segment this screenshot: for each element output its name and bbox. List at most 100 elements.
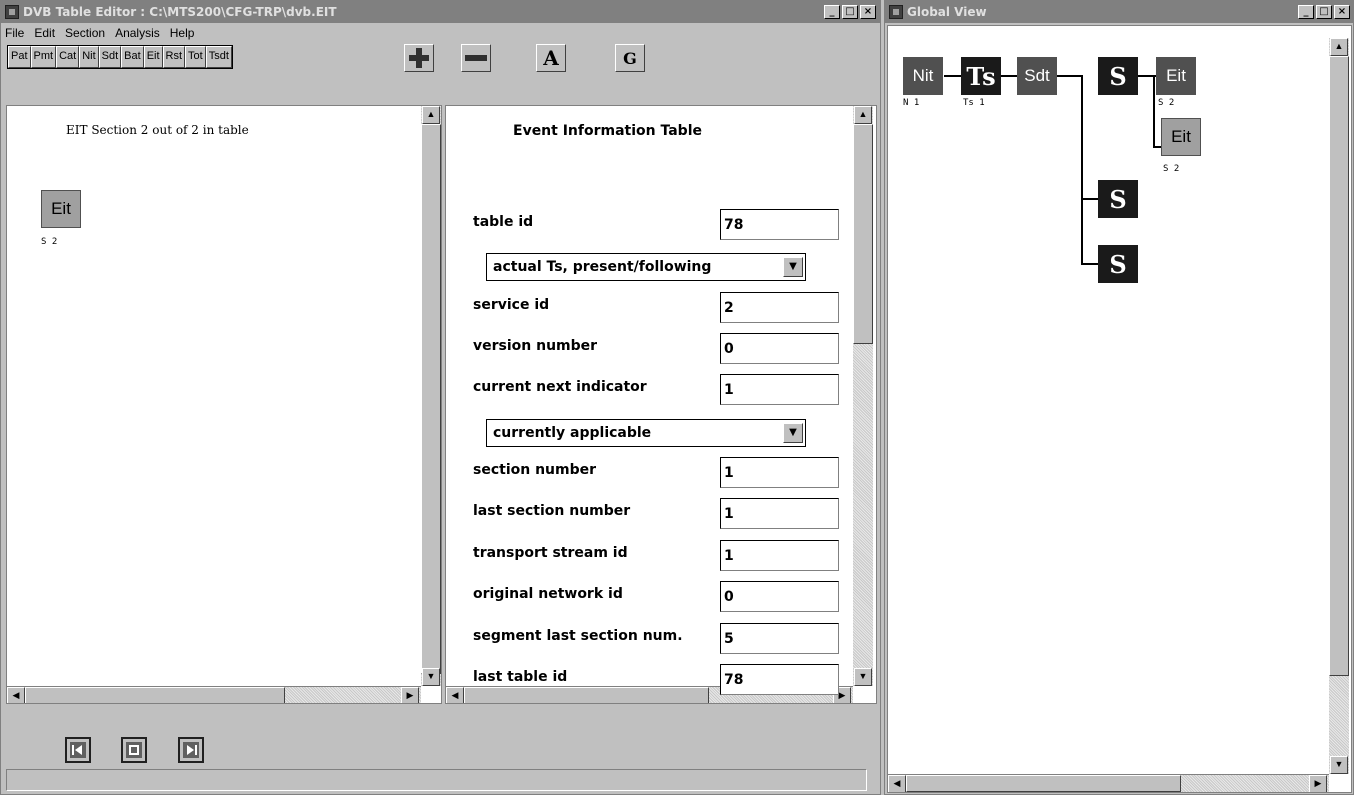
- minimize-button[interactable]: _: [1298, 5, 1314, 19]
- node-service-2[interactable]: S: [1098, 180, 1138, 218]
- scroll-right-icon[interactable]: ▶: [401, 687, 419, 703]
- scroll-down-icon[interactable]: ▼: [854, 668, 872, 686]
- scroll-up-icon[interactable]: ▲: [422, 106, 440, 124]
- connector-line: [1153, 146, 1161, 148]
- form-heading: Event Information Table: [513, 123, 702, 139]
- table-button-sdt[interactable]: Sdt: [98, 46, 122, 68]
- node-service-label: S: [1109, 249, 1127, 279]
- node-eit-2[interactable]: Eit: [1161, 118, 1201, 156]
- table-id-field[interactable]: 78: [720, 209, 839, 240]
- section-vscrollbar[interactable]: ▲ ▼: [421, 106, 441, 686]
- minimize-button[interactable]: _: [824, 5, 840, 19]
- node-service-label: S: [1109, 61, 1127, 91]
- maximize-button[interactable]: □: [842, 5, 858, 19]
- table-button-pmt[interactable]: Pmt: [30, 46, 57, 68]
- last-record-button[interactable]: [178, 737, 204, 763]
- g-button[interactable]: G: [615, 44, 645, 72]
- original-network-id-field[interactable]: 0: [720, 581, 839, 612]
- table-button-eit[interactable]: Eit: [143, 46, 163, 68]
- section-number-field[interactable]: 1: [720, 457, 839, 488]
- last-table-id-field[interactable]: 78: [720, 664, 839, 695]
- table-button-pat[interactable]: Pat: [8, 46, 31, 68]
- status-bar: [6, 769, 867, 791]
- menu-help[interactable]: Help: [170, 26, 195, 40]
- section-hscrollbar[interactable]: ◀ ▶: [7, 686, 421, 703]
- table-button-cat[interactable]: Cat: [56, 46, 80, 68]
- form-hscroll-thumb[interactable]: [464, 687, 709, 703]
- edit-record-button[interactable]: [121, 737, 147, 763]
- last-section-number-label: last section number: [473, 503, 631, 519]
- connector-line: [1081, 263, 1098, 265]
- menu-analysis[interactable]: Analysis: [115, 26, 160, 40]
- segment-last-section-field[interactable]: 5: [720, 623, 839, 654]
- scroll-left-icon[interactable]: ◀: [446, 687, 464, 703]
- node-nit[interactable]: Nit: [903, 57, 943, 95]
- table-button-rst[interactable]: Rst: [162, 46, 186, 68]
- table-type-toolbar: Pat Pmt Cat Nit Sdt Bat Eit Rst Tot Tsdt: [7, 45, 233, 69]
- global-hscrollbar[interactable]: ◀ ▶: [888, 774, 1329, 792]
- table-id-label: table id: [473, 214, 534, 230]
- connector-line: [944, 75, 961, 77]
- menu-file[interactable]: File: [5, 26, 24, 40]
- segment-last-section-label: segment last section num.: [473, 628, 683, 644]
- window-menu-icon[interactable]: [889, 5, 903, 19]
- service-id-field[interactable]: 2: [720, 292, 839, 323]
- node-sdt[interactable]: Sdt: [1017, 57, 1057, 95]
- node-ts-sub: Ts 1: [963, 98, 985, 108]
- form-vscrollbar[interactable]: ▲ ▼: [853, 106, 873, 686]
- scroll-up-icon[interactable]: ▲: [854, 106, 872, 124]
- applicability-dropdown[interactable]: currently applicable ▼: [486, 419, 806, 447]
- global-vscroll-thumb[interactable]: [1329, 56, 1349, 676]
- remove-button[interactable]: [461, 44, 491, 72]
- node-eit-label: Eit: [1171, 127, 1191, 146]
- table-button-tot[interactable]: Tot: [185, 46, 206, 68]
- scroll-left-icon[interactable]: ◀: [888, 775, 906, 792]
- menu-edit[interactable]: Edit: [34, 26, 55, 40]
- last-table-id-label: last table id: [473, 669, 568, 685]
- node-eit-1-sub: S 2: [1158, 98, 1175, 108]
- applicability-value: currently applicable: [493, 425, 652, 441]
- version-number-label: version number: [473, 338, 598, 354]
- table-button-bat[interactable]: Bat: [121, 46, 144, 68]
- node-service-3[interactable]: S: [1098, 245, 1138, 283]
- transport-stream-id-field[interactable]: 1: [720, 540, 839, 571]
- close-button[interactable]: ×: [860, 5, 876, 19]
- first-record-button[interactable]: [65, 737, 91, 763]
- a-button[interactable]: A: [536, 44, 566, 72]
- menu-bar: File Edit Section Analysis Help: [5, 24, 194, 42]
- section-node-eit[interactable]: Eit: [41, 190, 81, 228]
- last-section-number-field[interactable]: 1: [720, 498, 839, 529]
- scroll-right-icon[interactable]: ▶: [1309, 775, 1327, 792]
- chevron-down-icon[interactable]: ▼: [783, 423, 803, 443]
- section-hscroll-thumb[interactable]: [25, 687, 285, 703]
- connector-line: [1153, 75, 1155, 148]
- form-vscroll-thumb[interactable]: [853, 124, 873, 344]
- global-view-titlebar[interactable]: Global View _ □ ×: [885, 1, 1353, 23]
- editor-titlebar[interactable]: DVB Table Editor : C:\MTS200\CFG-TRP\dvb…: [1, 1, 880, 23]
- global-vscrollbar[interactable]: ▲ ▼: [1329, 38, 1349, 774]
- table-button-nit[interactable]: Nit: [79, 46, 99, 68]
- scroll-up-icon[interactable]: ▲: [1330, 38, 1348, 56]
- scroll-down-icon[interactable]: ▼: [422, 668, 440, 686]
- current-next-indicator-field[interactable]: 1: [720, 374, 839, 405]
- version-number-field[interactable]: 0: [720, 333, 839, 364]
- chevron-down-icon[interactable]: ▼: [783, 257, 803, 277]
- menu-section[interactable]: Section: [65, 26, 105, 40]
- add-button[interactable]: [404, 44, 434, 72]
- close-button[interactable]: ×: [1334, 5, 1350, 19]
- section-node-sub: S 2: [41, 237, 58, 247]
- scroll-left-icon[interactable]: ◀: [7, 687, 25, 703]
- section-vscroll-thumb[interactable]: [421, 124, 441, 674]
- maximize-button[interactable]: □: [1316, 5, 1332, 19]
- connector-line: [1081, 75, 1083, 265]
- node-service-1[interactable]: S: [1098, 57, 1138, 95]
- global-hscroll-thumb[interactable]: [906, 775, 1181, 792]
- minus-icon: [465, 55, 487, 61]
- node-service-label: S: [1109, 184, 1127, 214]
- window-menu-icon[interactable]: [5, 5, 19, 19]
- scroll-down-icon[interactable]: ▼: [1330, 756, 1348, 774]
- table-button-tsdt[interactable]: Tsdt: [205, 46, 232, 68]
- node-eit-1[interactable]: Eit: [1156, 57, 1196, 95]
- node-ts[interactable]: Ts: [961, 57, 1001, 95]
- table-type-dropdown[interactable]: actual Ts, present/following ▼: [486, 253, 806, 281]
